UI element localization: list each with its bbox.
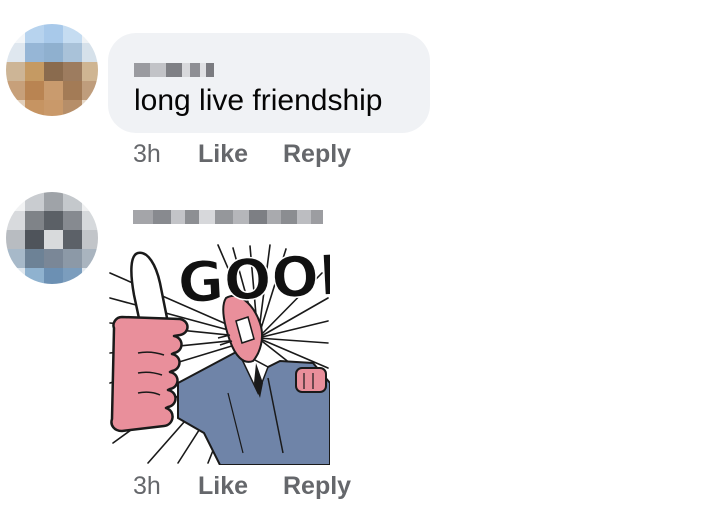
reply-button[interactable]: Reply [283,138,351,170]
author-name-blurred[interactable] [133,210,323,224]
like-button[interactable]: Like [198,470,248,502]
small-fist [295,367,327,393]
avatar[interactable] [6,192,98,284]
sticker-good-text: GOOD [176,243,330,317]
timestamp[interactable]: 3h [133,470,161,502]
like-button[interactable]: Like [198,138,248,170]
reply-button[interactable]: Reply [283,470,351,502]
thumbs-up-icon [110,251,189,433]
comment-text: long live friendship [134,84,383,117]
avatar[interactable] [6,24,98,116]
comment-bubble[interactable]: long live friendship [108,33,430,133]
good-sticker[interactable]: GOOD [108,243,330,465]
author-name-blurred[interactable] [134,63,214,77]
timestamp[interactable]: 3h [133,138,161,170]
